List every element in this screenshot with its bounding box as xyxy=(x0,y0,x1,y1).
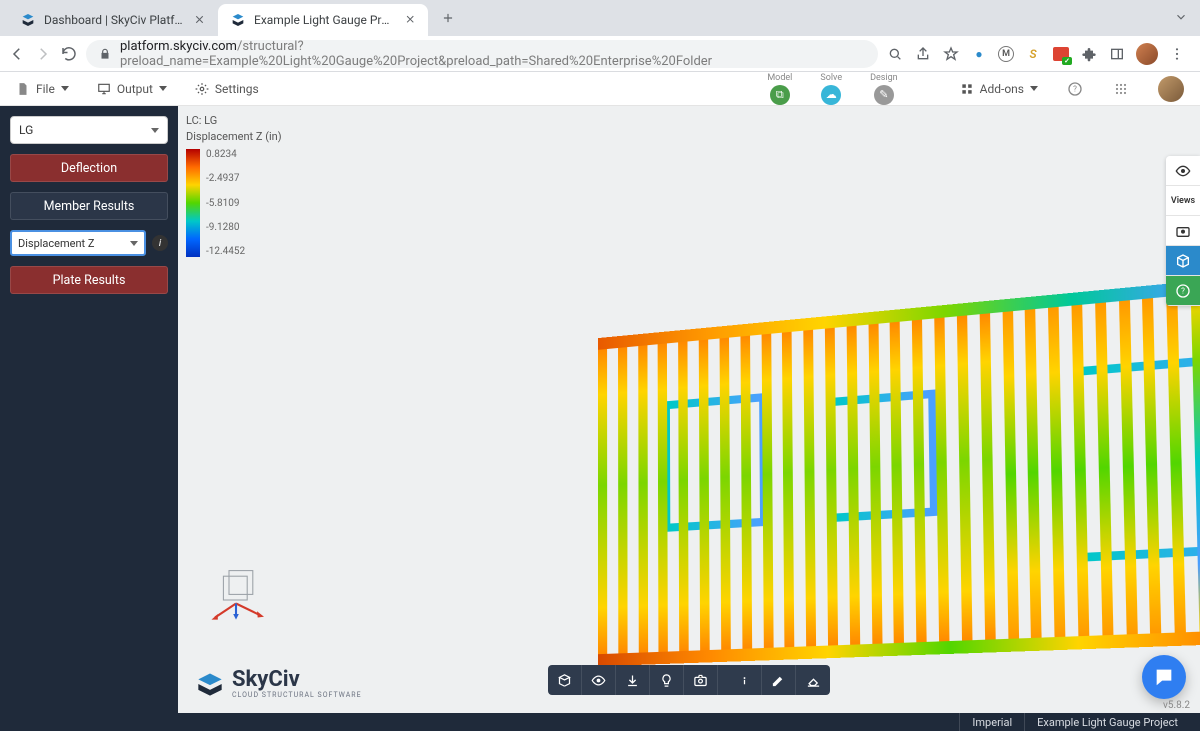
view-wireframe-button[interactable] xyxy=(548,665,582,695)
results-sidebar: LG Deflection Member Results Displacemen… xyxy=(0,106,178,713)
output-menu[interactable]: Output xyxy=(97,82,167,96)
view-toolbar xyxy=(548,665,830,695)
share-icon[interactable] xyxy=(914,45,932,63)
rt-help-button[interactable]: ? xyxy=(1166,276,1200,306)
color-legend: LC: LG Displacement Z (in) 0.8234 -2.493… xyxy=(186,114,282,257)
apps-icon[interactable] xyxy=(1112,80,1130,98)
skyciv-favicon-icon xyxy=(20,12,36,28)
browser-tab-project[interactable]: Example Light Gauge Project | xyxy=(218,4,428,36)
reload-button[interactable] xyxy=(60,45,78,63)
legend-ticks: 0.8234 -2.4937 -5.8109 -9.1280 -12.4452 xyxy=(206,149,245,257)
tab-title: Dashboard | SkyCiv Platform xyxy=(44,13,185,27)
monitor-icon xyxy=(97,82,111,96)
browser-chrome: Dashboard | SkyCiv Platform Example Ligh… xyxy=(0,0,1200,72)
sidepanel-icon[interactable] xyxy=(1108,45,1126,63)
chat-support-button[interactable] xyxy=(1142,655,1186,699)
rt-cube-button[interactable] xyxy=(1166,246,1200,276)
legend-metric: Displacement Z (in) xyxy=(186,130,282,143)
file-icon xyxy=(16,82,30,96)
info-icon[interactable]: i xyxy=(152,235,168,251)
new-tab-button[interactable] xyxy=(434,4,462,32)
settings-menu[interactable]: Settings xyxy=(195,82,259,96)
mode-solve[interactable]: Solve☁ xyxy=(820,73,842,105)
back-button[interactable] xyxy=(8,45,26,63)
rt-eye-button[interactable] xyxy=(1166,156,1200,186)
lock-icon xyxy=(98,47,112,61)
url-text: platform.skyciv.com/structural?preload_n… xyxy=(120,39,866,69)
skyciv-logo-icon xyxy=(196,670,224,698)
ext-checker-icon[interactable]: ✓ xyxy=(1052,45,1070,63)
search-icon[interactable] xyxy=(886,45,904,63)
ext-cloud-icon[interactable]: ● xyxy=(970,45,988,63)
status-bar: Imperial Example Light Gauge Project xyxy=(0,713,1200,731)
structural-model: /* studs injected below */ xyxy=(598,267,1200,666)
mode-design[interactable]: Design✎ xyxy=(870,73,898,105)
user-avatar[interactable] xyxy=(1158,76,1184,102)
tab-strip: Dashboard | SkyCiv Platform Example Ligh… xyxy=(0,0,1200,36)
close-icon[interactable] xyxy=(404,13,416,27)
file-menu[interactable]: File xyxy=(16,82,69,96)
address-row: platform.skyciv.com/structural?preload_n… xyxy=(0,36,1200,72)
bookmark-star-icon[interactable] xyxy=(942,45,960,63)
app-toolbar: File Output Settings Model⧉ Solve☁ Desig… xyxy=(0,72,1200,106)
forward-button[interactable] xyxy=(34,45,52,63)
deflection-button[interactable]: Deflection xyxy=(10,154,168,182)
ext-m-icon[interactable]: M xyxy=(998,46,1014,62)
view-edit-button[interactable] xyxy=(762,665,796,695)
grid-icon xyxy=(960,82,974,96)
address-bar[interactable]: platform.skyciv.com/structural?preload_n… xyxy=(86,40,878,68)
status-units[interactable]: Imperial xyxy=(959,713,1024,731)
address-actions: ● M S ✓ xyxy=(886,43,1192,65)
ext-s-icon[interactable]: S xyxy=(1024,45,1042,63)
load-case-select[interactable]: LG xyxy=(10,116,168,144)
browser-tab-dashboard[interactable]: Dashboard | SkyCiv Platform xyxy=(8,4,218,36)
skyciv-favicon-icon xyxy=(230,12,246,28)
member-results-button[interactable]: Member Results xyxy=(10,192,168,220)
extensions-icon[interactable] xyxy=(1080,45,1098,63)
gear-icon xyxy=(195,82,209,96)
view-info-button[interactable] xyxy=(728,665,762,695)
view-camera-button[interactable] xyxy=(684,665,718,695)
version-label: v5.8.2 xyxy=(1163,700,1190,711)
tab-title: Example Light Gauge Project | xyxy=(254,13,396,27)
addons-menu[interactable]: Add-ons xyxy=(960,82,1038,96)
view-bulb-button[interactable] xyxy=(650,665,684,695)
rt-camera-button[interactable] xyxy=(1166,216,1200,246)
displacement-select[interactable]: Displacement Z xyxy=(10,230,146,256)
profile-avatar[interactable] xyxy=(1136,43,1158,65)
skyciv-logo: SkyCiv CLOUD STRUCTURAL SOFTWARE xyxy=(196,669,362,699)
svg-text:?: ? xyxy=(1073,84,1077,93)
help-icon[interactable]: ? xyxy=(1066,80,1084,98)
close-icon[interactable] xyxy=(193,13,206,27)
view-download-button[interactable] xyxy=(616,665,650,695)
legend-gradient xyxy=(186,149,200,257)
model-canvas[interactable]: LC: LG Displacement Z (in) 0.8234 -2.493… xyxy=(178,106,1200,713)
mode-model[interactable]: Model⧉ xyxy=(767,73,792,105)
rt-views-button[interactable]: Views xyxy=(1166,186,1200,216)
right-toolbar: Views ? xyxy=(1166,156,1200,306)
view-erase-button[interactable] xyxy=(796,665,830,695)
legend-lc: LC: LG xyxy=(186,114,282,127)
svg-text:?: ? xyxy=(1181,286,1185,295)
view-visibility-button[interactable] xyxy=(582,665,616,695)
plate-results-button[interactable]: Plate Results xyxy=(10,266,168,294)
axis-triad-icon xyxy=(208,563,278,623)
menu-dots-icon[interactable] xyxy=(1168,45,1186,63)
status-project[interactable]: Example Light Gauge Project xyxy=(1024,713,1190,731)
tabs-chevron-icon[interactable] xyxy=(1174,9,1188,28)
